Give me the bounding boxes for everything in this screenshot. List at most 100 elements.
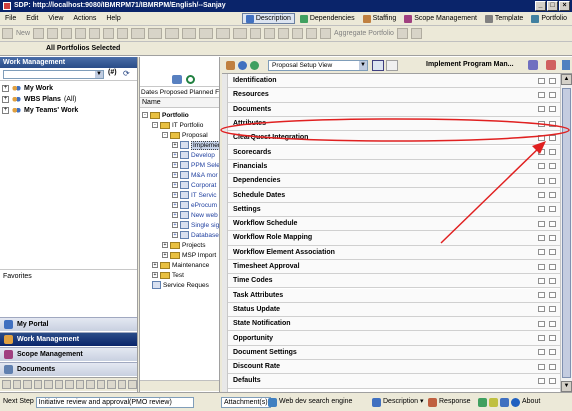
navigate-icon[interactable] bbox=[250, 61, 259, 70]
perspective-staffing[interactable]: Staffing bbox=[360, 13, 400, 24]
expand-icon[interactable]: + bbox=[2, 85, 9, 92]
restore-icon[interactable] bbox=[538, 263, 545, 270]
shortcut-icon[interactable] bbox=[23, 380, 32, 389]
expand-section-icon[interactable] bbox=[549, 377, 556, 384]
expand-section-icon[interactable] bbox=[549, 206, 556, 213]
section-workflow-schedule[interactable]: Workflow Schedule bbox=[228, 217, 560, 232]
restore-icon[interactable] bbox=[538, 77, 545, 84]
section-timesheet-approval[interactable]: Timesheet Approval bbox=[228, 259, 560, 275]
form-view-icon[interactable] bbox=[386, 60, 398, 71]
perspective-description[interactable]: Description bbox=[241, 13, 295, 24]
tree-item-my-teams-work[interactable]: + My Teams' Work bbox=[2, 105, 78, 116]
expand-section-icon[interactable] bbox=[549, 120, 556, 127]
toolbar-button-5[interactable] bbox=[89, 28, 101, 39]
scroll-up-icon[interactable]: ▲ bbox=[561, 74, 572, 85]
expand-section-icon[interactable] bbox=[549, 277, 556, 284]
menu-actions[interactable]: Actions bbox=[68, 15, 101, 22]
toolbar-button-6[interactable] bbox=[117, 28, 129, 39]
restore-icon[interactable] bbox=[538, 177, 545, 184]
toolbar-button-8[interactable] bbox=[148, 28, 163, 39]
new-button[interactable]: New bbox=[16, 30, 30, 37]
expand-section-icon[interactable] bbox=[549, 77, 556, 84]
tree-node[interactable]: + MSP Import bbox=[162, 250, 216, 260]
tree-node[interactable]: + Develop bbox=[172, 150, 215, 160]
section-documents[interactable]: Documents bbox=[228, 102, 560, 117]
shortcut-icon[interactable] bbox=[128, 380, 137, 389]
scroll-thumb[interactable] bbox=[562, 88, 571, 378]
section-discount-rate[interactable]: Discount Rate bbox=[228, 360, 560, 375]
expand-icon[interactable]: + bbox=[172, 212, 178, 218]
restore-icon[interactable] bbox=[538, 120, 545, 127]
hash-toggle[interactable]: (#) bbox=[108, 69, 117, 76]
menu-edit[interactable]: Edit bbox=[21, 15, 43, 22]
expand-icon[interactable]: + bbox=[172, 182, 178, 188]
tree-node[interactable]: + Corporat bbox=[172, 180, 216, 190]
expand-icon[interactable]: + bbox=[172, 142, 178, 148]
restore-icon[interactable] bbox=[538, 234, 545, 241]
perspective-scope-management[interactable]: Scope Management bbox=[401, 13, 480, 24]
tree-node[interactable]: + Single sig bbox=[172, 220, 219, 230]
collapse-icon[interactable]: - bbox=[142, 112, 148, 118]
shortcut-icon[interactable] bbox=[107, 380, 116, 389]
close-button[interactable]: × bbox=[559, 1, 570, 11]
expand-icon[interactable]: + bbox=[172, 152, 178, 158]
restore-icon[interactable] bbox=[538, 306, 545, 313]
toolbar-button-13[interactable] bbox=[233, 28, 248, 39]
nav-scope-management[interactable]: Scope Management bbox=[0, 347, 137, 361]
expand-section-icon[interactable] bbox=[549, 192, 556, 199]
section-workflow-role-mapping[interactable]: Workflow Role Mapping bbox=[228, 231, 560, 246]
nav-work-management[interactable]: Work Management bbox=[0, 332, 137, 346]
expand-section-icon[interactable] bbox=[549, 306, 556, 313]
expand-icon[interactable]: + bbox=[152, 262, 158, 268]
expand-section-icon[interactable] bbox=[549, 91, 556, 98]
left-filter-select[interactable]: ▼ bbox=[3, 70, 104, 79]
expand-icon[interactable]: + bbox=[172, 222, 178, 228]
nav-documents[interactable]: Documents bbox=[0, 362, 137, 376]
expand-section-icon[interactable] bbox=[549, 134, 556, 141]
menu-view[interactable]: View bbox=[43, 15, 68, 22]
globe-icon[interactable] bbox=[238, 61, 247, 70]
section-financials[interactable]: Financials bbox=[228, 159, 560, 175]
tree-node[interactable]: + New web bbox=[172, 210, 218, 220]
tree-node[interactable]: + Test bbox=[152, 270, 184, 280]
section-status-update[interactable]: Status Update bbox=[228, 302, 560, 318]
view-select[interactable]: Proposal Setup View ▼ bbox=[268, 60, 368, 71]
hierarchy-icon[interactable] bbox=[172, 75, 182, 84]
refresh-icon[interactable] bbox=[103, 28, 115, 39]
toolbar-button-1[interactable] bbox=[33, 28, 45, 39]
dates-column-header[interactable]: Dates Proposed Planned F bbox=[140, 87, 219, 98]
expand-icon[interactable]: + bbox=[152, 272, 158, 278]
expand-icon[interactable]: + bbox=[172, 172, 178, 178]
layout-view-icon[interactable] bbox=[372, 60, 384, 71]
refresh-icon[interactable] bbox=[186, 75, 195, 84]
restore-icon[interactable] bbox=[538, 277, 545, 284]
restore-icon[interactable] bbox=[538, 106, 545, 113]
expand-section-icon[interactable] bbox=[549, 220, 556, 227]
maximize-button[interactable]: □ bbox=[547, 1, 558, 11]
section-defaults[interactable]: Defaults bbox=[228, 374, 560, 389]
name-column-header[interactable]: Name bbox=[140, 98, 219, 108]
refresh-icon[interactable]: ⟳ bbox=[123, 69, 130, 78]
toolbar-button-15[interactable] bbox=[264, 28, 276, 39]
restore-icon[interactable] bbox=[538, 134, 545, 141]
restore-icon[interactable] bbox=[538, 206, 545, 213]
toolbar-button-10[interactable] bbox=[182, 28, 197, 39]
perspective-portfolio[interactable]: Portfolio bbox=[528, 13, 570, 24]
tree-node[interactable]: + M&A mor bbox=[172, 170, 218, 180]
description-select[interactable]: Description ▾ bbox=[372, 396, 424, 408]
toolbar-button-9[interactable] bbox=[165, 28, 180, 39]
search-engine-link[interactable]: Web dev search engine bbox=[268, 396, 352, 408]
aggregate-portfolio-button[interactable]: Aggregate Portfolio bbox=[334, 30, 394, 37]
expand-icon[interactable]: + bbox=[162, 252, 168, 258]
toolbar-button-14[interactable] bbox=[250, 28, 262, 39]
tree-item-wbs-plans[interactable]: + WBS Plans (All) bbox=[2, 94, 76, 105]
expand-icon[interactable]: + bbox=[172, 202, 178, 208]
expand-section-icon[interactable] bbox=[549, 249, 556, 256]
toolbar-button-17[interactable] bbox=[292, 28, 304, 39]
users-icon[interactable] bbox=[528, 60, 538, 70]
restore-icon[interactable] bbox=[538, 363, 545, 370]
section-scorecards[interactable]: Scorecards bbox=[228, 145, 560, 160]
restore-icon[interactable] bbox=[538, 292, 545, 299]
shortcut-icon[interactable] bbox=[65, 380, 74, 389]
toolbar-button-18[interactable] bbox=[306, 28, 318, 39]
